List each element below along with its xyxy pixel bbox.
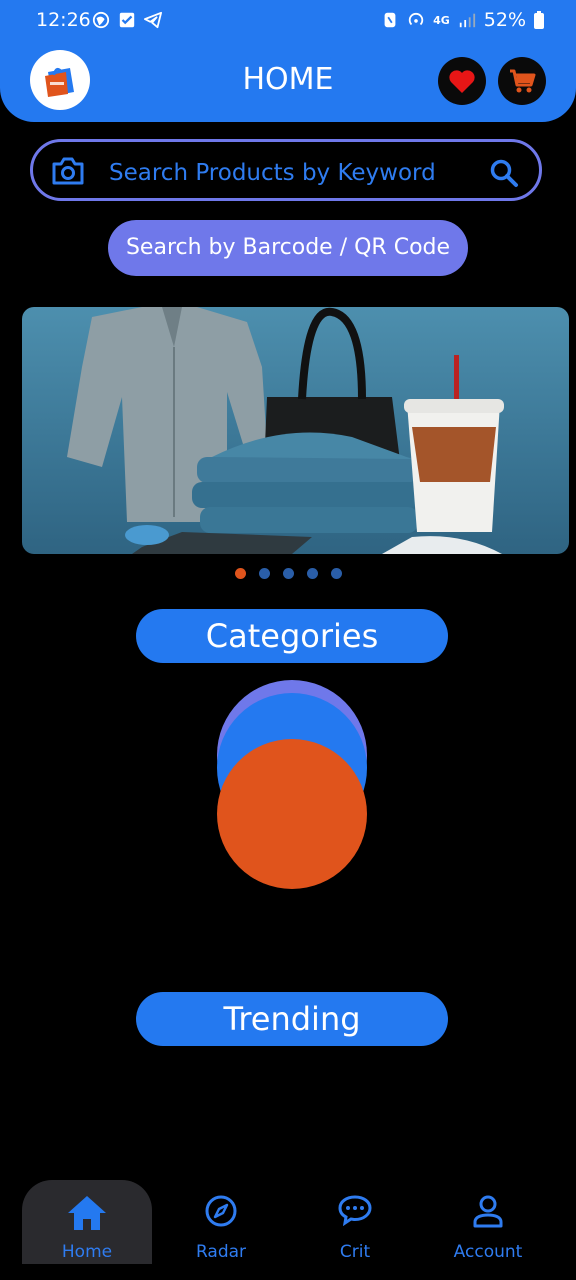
nav-radar[interactable]: Radar (156, 1180, 286, 1264)
battery-label: 52% (483, 9, 526, 31)
nav-label: Account (453, 1242, 523, 1262)
banner-image (67, 307, 504, 554)
signal-icon (459, 13, 475, 28)
categories-heading: Categories (136, 609, 448, 663)
person-icon (473, 1195, 503, 1228)
search-input[interactable]: Search Products by Keyword (109, 160, 436, 186)
search-icon[interactable] (489, 158, 519, 188)
compass-icon (205, 1195, 237, 1227)
camera-icon[interactable] (51, 156, 85, 186)
status-time: 12:26 (36, 9, 91, 31)
home-icon (68, 1196, 106, 1230)
telegram-icon (144, 11, 162, 29)
cart-button[interactable] (498, 57, 546, 105)
carousel-dot[interactable] (282, 568, 294, 579)
search-bar[interactable]: Search Products by Keyword (30, 139, 542, 201)
hotspot-icon (408, 12, 424, 26)
status-right-icons: 4G 52% (381, 9, 544, 31)
page-title: HOME (242, 62, 334, 97)
app-header: 12:26 4G 52% HOME (0, 0, 576, 122)
heart-icon (449, 70, 475, 93)
nav-home[interactable]: Home (22, 1180, 152, 1264)
promo-banner[interactable] (22, 307, 569, 554)
status-left-icons (92, 11, 162, 29)
favorites-button[interactable] (438, 57, 486, 105)
nav-crit[interactable]: Crit (290, 1180, 420, 1264)
globe-icon (92, 11, 110, 29)
carousel-indicator (0, 568, 576, 579)
chat-icon (338, 1195, 372, 1226)
nav-label: Crit (339, 1242, 371, 1262)
carousel-dot[interactable] (234, 568, 246, 579)
nav-label: Home (61, 1242, 113, 1262)
cart-icon (510, 69, 536, 93)
loading-indicator (217, 680, 367, 889)
status-bar: 12:26 4G 52% (0, 0, 576, 42)
nfc-icon (384, 12, 396, 28)
barcode-search-button[interactable]: Search by Barcode / QR Code (108, 220, 468, 276)
checkbox-icon (119, 12, 135, 28)
carousel-dot[interactable] (330, 568, 342, 579)
carousel-dot[interactable] (258, 568, 270, 579)
network-label: 4G (433, 13, 450, 27)
bottom-navigation: Home Radar Crit Account (0, 1180, 576, 1280)
carousel-dot[interactable] (306, 568, 318, 579)
nav-label: Radar (195, 1242, 247, 1262)
nav-account[interactable]: Account (423, 1180, 553, 1264)
battery-icon (534, 11, 544, 29)
trending-heading: Trending (136, 992, 448, 1046)
